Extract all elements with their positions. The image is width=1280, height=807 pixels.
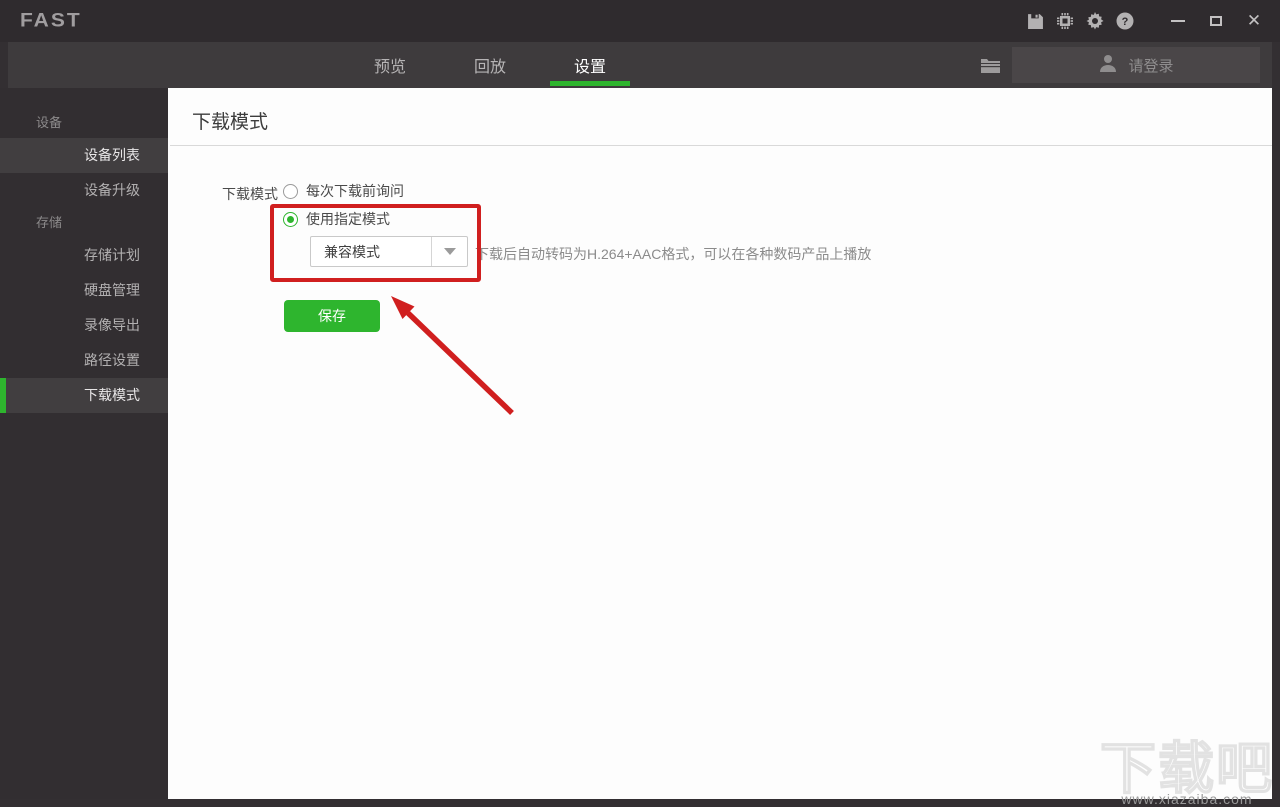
transcode-hint: 下载后自动转码为H.264+AAC格式，可以在各种数码产品上播放 <box>475 244 871 264</box>
radio-label: 每次下载前询问 <box>306 181 404 201</box>
login-label: 请登录 <box>1128 55 1173 76</box>
gear-icon[interactable] <box>1084 10 1106 32</box>
page-title: 下载模式 <box>192 107 268 134</box>
chip-icon[interactable] <box>1054 10 1076 32</box>
save-button[interactable]: 保存 <box>284 300 380 332</box>
download-mode-label: 下载模式 <box>222 184 278 204</box>
body: 设备 设备列表 设备升级 存储 存储计划 硬盘管理 录像导出 路径设置 下载模式… <box>0 88 1280 799</box>
close-button[interactable]: ✕ <box>1242 9 1266 33</box>
minimize-button[interactable] <box>1166 9 1190 33</box>
tab-preview[interactable]: 预览 <box>340 42 440 88</box>
save-layout-icon[interactable] <box>1024 10 1046 32</box>
tab-playback[interactable]: 回放 <box>440 42 540 88</box>
radio-use-specified-mode[interactable]: 使用指定模式 <box>283 209 390 229</box>
sidebar-item-download-mode[interactable]: 下载模式 <box>0 378 168 413</box>
maximize-button[interactable] <box>1204 9 1228 33</box>
folder-icon[interactable] <box>981 42 1000 88</box>
help-icon[interactable]: ? <box>1114 10 1136 32</box>
sidebar-section-storage: 存储 <box>0 208 168 238</box>
bottom-frame <box>0 799 1280 807</box>
sidebar: 设备 设备列表 设备升级 存储 存储计划 硬盘管理 录像导出 路径设置 下载模式 <box>0 88 168 799</box>
login-button[interactable]: 请登录 <box>1012 47 1260 83</box>
sidebar-item-device-upgrade[interactable]: 设备升级 <box>0 173 168 208</box>
svg-text:?: ? <box>1122 16 1129 28</box>
sidebar-item-disk-management[interactable]: 硬盘管理 <box>0 273 168 308</box>
tab-settings[interactable]: 设置 <box>540 42 640 88</box>
mode-dropdown[interactable]: 兼容模式 <box>310 236 468 267</box>
main-content: 下载模式 下载模式 每次下载前询问 使用指定模式 兼容模式 下载后自动转码为H.… <box>168 88 1272 799</box>
chevron-down-icon[interactable] <box>431 237 467 266</box>
main-tabs: 预览 回放 设置 <box>340 42 640 88</box>
tabbar: 预览 回放 设置 请登录 <box>8 42 1272 88</box>
sidebar-item-recording-export[interactable]: 录像导出 <box>0 308 168 343</box>
sidebar-section-device: 设备 <box>0 108 168 138</box>
mode-dropdown-value: 兼容模式 <box>311 242 431 262</box>
radio-ask-before-download[interactable]: 每次下载前询问 <box>283 181 404 201</box>
radio-circle-checked[interactable] <box>283 212 298 227</box>
titlebar: FAST <box>0 0 1280 42</box>
title-divider <box>170 145 1272 146</box>
radio-label: 使用指定模式 <box>306 209 390 229</box>
sidebar-item-device-list[interactable]: 设备列表 <box>0 138 168 173</box>
app-logo: FAST <box>20 10 82 32</box>
user-icon <box>1098 53 1118 77</box>
radio-circle-unchecked[interactable] <box>283 184 298 199</box>
app-window: FAST <box>0 0 1280 807</box>
sidebar-item-storage-plan[interactable]: 存储计划 <box>0 238 168 273</box>
sidebar-item-path-settings[interactable]: 路径设置 <box>0 343 168 378</box>
